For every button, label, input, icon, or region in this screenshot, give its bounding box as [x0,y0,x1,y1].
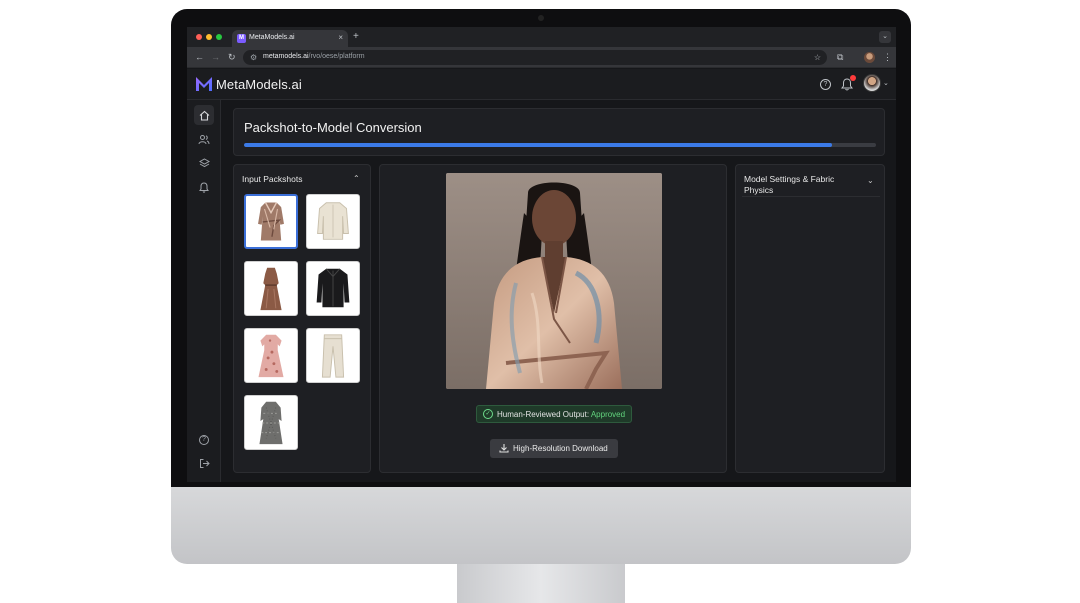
maximize-window-dot[interactable] [216,34,222,40]
bell-icon [199,181,209,193]
minimize-window-dot[interactable] [206,34,212,40]
notification-badge [850,75,856,81]
satin-wrap-dress-image [258,202,284,241]
forward-arrow-icon[interactable]: → [211,51,220,63]
grey-pattern-dress-image [259,401,283,445]
packshots-panel-title: Input Packshots [242,174,303,184]
conversion-progress-bar [244,143,876,147]
address-bar[interactable]: ⚙ metamodels.ai/rvo/oese/platform ☆ [243,50,827,65]
high-resolution-download-button[interactable]: High-Resolution Download [490,439,618,458]
new-tab-button[interactable]: + [353,31,359,43]
monitor-stand [457,564,625,603]
progress-fill [244,143,832,147]
settings-divider [742,196,880,197]
imac-mockup: M MetaModels.ai × + ⌄ ← → ↻ ⚙ metamodels… [0,0,1080,603]
user-menu-chevron-icon[interactable]: ⌄ [883,79,889,87]
user-avatar[interactable] [863,74,881,92]
packshot-thumbnail[interactable] [306,328,360,383]
pink-floral-dress-image [258,334,284,378]
back-arrow-icon[interactable]: ← [195,51,204,63]
black-jacket-image [316,268,350,308]
logout-icon [199,458,210,468]
sidebar-item-notifications[interactable] [194,177,214,197]
favicon-icon: M [237,34,246,43]
help-circle-icon: ? [199,435,209,445]
settings-panel-title: Model Settings & Fabric Physics [744,174,835,195]
monitor-chin [171,487,911,564]
users-icon [198,134,210,144]
sidebar-item-users[interactable] [194,129,214,149]
packshot-thumbnail[interactable] [244,328,298,383]
packshot-thumbnail[interactable] [244,194,298,249]
model-wearing-dress-image [446,173,662,389]
home-icon [199,110,209,121]
brown-midi-dress-image [260,267,282,311]
tab-title: MetaModels.ai [249,34,295,41]
help-icon[interactable]: ? [820,79,831,90]
approved-status: Approved [590,410,626,419]
review-status-text: Human-Reviewed Output: Approved [497,410,626,419]
site-info-icon[interactable]: ⚙ [250,52,257,63]
camera-dot [538,15,544,21]
output-preview-panel: ✓ Human-Reviewed Output: Approved High-R… [379,164,727,473]
packshot-thumbnail[interactable] [244,261,298,316]
packshot-thumbnail[interactable] [306,261,360,316]
screen: M MetaModels.ai × + ⌄ ← → ↻ ⚙ metamodels… [187,27,896,482]
model-settings-panel: Model Settings & Fabric Physics ⌄ [735,164,885,473]
app-header: MetaModels.ai ? ⌄ [187,69,896,100]
page-title: Packshot-to-Model Conversion [244,120,422,135]
packshot-thumbnail[interactable] [306,194,360,249]
packshot-thumbnail[interactable] [244,395,298,450]
close-window-dot[interactable] [196,34,202,40]
check-circle-icon: ✓ [483,409,493,419]
sidebar-item-logout[interactable] [194,453,214,473]
collapse-chevron-up-icon[interactable]: ⌃ [353,174,360,184]
sidebar-item-layers[interactable] [194,153,214,173]
brand-name[interactable]: MetaModels.ai [216,77,302,92]
browser-tab-bar: M MetaModels.ai × + ⌄ [187,27,896,47]
browser-menu-icon[interactable]: ⋮ [883,51,892,63]
bookmark-star-icon[interactable]: ☆ [814,52,821,63]
browser-tab[interactable]: M MetaModels.ai × [232,30,348,47]
sidebar-item-home[interactable] [194,105,214,125]
sidebar-item-help[interactable]: ? [194,430,214,450]
browser-profile-avatar[interactable] [864,52,875,63]
browser-toolbar: ← → ↻ ⚙ metamodels.ai/rvo/oese/platform … [187,47,896,68]
reload-icon[interactable]: ↻ [228,51,236,63]
metamodels-logo-icon[interactable] [195,76,213,92]
cream-trousers-image [321,334,345,378]
expand-chevron-down-icon[interactable]: ⌄ [867,176,874,186]
download-icon [499,444,509,453]
cream-blouse-image [317,202,349,240]
layers-icon [198,157,210,167]
extensions-puzzle-icon[interactable]: ⧉ [837,51,843,63]
tab-close-icon[interactable]: × [338,33,343,43]
url-text: metamodels.ai/rvo/oese/platform [263,53,365,60]
download-button-label: High-Resolution Download [513,444,608,453]
sidebar: ? [187,100,221,482]
review-status-badge: ✓ Human-Reviewed Output: Approved [476,405,632,423]
generated-model-image [446,173,662,389]
input-packshots-panel: Input Packshots ⌃ [233,164,371,473]
conversion-progress-card: Packshot-to-Model Conversion [233,108,885,156]
tab-search-chevron-icon[interactable]: ⌄ [879,31,891,43]
